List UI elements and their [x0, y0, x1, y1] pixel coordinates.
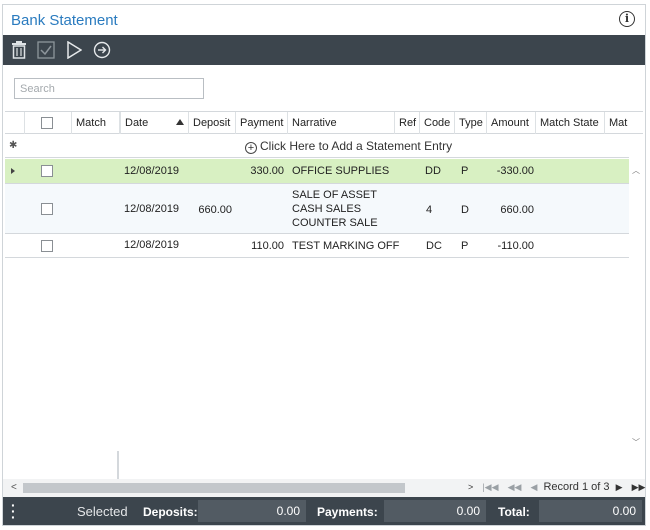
vertical-scrollbar[interactable]: ︿ ﹀	[629, 157, 643, 453]
row-checkbox[interactable]	[41, 203, 53, 215]
horizontal-scroll-thumb[interactable]	[23, 483, 405, 493]
cell-amount: -330.00	[496, 165, 534, 177]
narrative-line: COUNTER SALE	[292, 217, 378, 229]
cell-date: 12/08/2019	[124, 165, 180, 177]
table-row[interactable]: 12/08/2019 660.00 SALE OF ASSET CASH SAL…	[5, 184, 629, 234]
prev-record-icon[interactable]: ◀	[530, 482, 537, 493]
column-header-amount[interactable]: Amount	[487, 112, 536, 134]
first-record-icon[interactable]: |◀◀	[482, 482, 498, 493]
check-icon[interactable]	[35, 39, 57, 61]
row-checkbox[interactable]	[41, 165, 53, 177]
total-label: Total:	[498, 505, 530, 519]
cell-type: P	[461, 165, 469, 177]
current-row-indicator-icon	[11, 168, 15, 174]
record-position: Record 1 of 3	[543, 481, 610, 493]
more-options-icon[interactable]: · · ·	[11, 498, 16, 524]
column-header-date[interactable]: Date	[120, 112, 189, 134]
plus-circle-icon: +	[245, 142, 257, 154]
column-divider	[117, 451, 119, 479]
select-all-checkbox[interactable]	[41, 117, 53, 129]
scroll-down-icon[interactable]: ﹀	[632, 437, 640, 448]
grand-total: 0.00	[539, 500, 642, 522]
column-header-match-state[interactable]: Match State	[536, 112, 605, 134]
payments-label: Payments:	[317, 505, 378, 519]
cell-narrative: SALE OF ASSET CASH SALES COUNTER SALE	[292, 188, 378, 230]
title-bar: Bank Statement i	[3, 5, 645, 35]
cell-date: 12/08/2019	[124, 203, 180, 215]
column-header-match[interactable]: Match	[72, 112, 120, 134]
cell-amount: -110.00	[497, 240, 535, 252]
totals-footer: · · · Selected Deposits: 0.00 Payments: 0.…	[3, 497, 645, 525]
column-header-deposit[interactable]: Deposit	[189, 112, 236, 134]
column-header-payment[interactable]: Payment	[236, 112, 288, 134]
cell-date: 12/08/2019	[124, 239, 180, 251]
payments-total: 0.00	[384, 500, 486, 522]
new-row-indicator: ✱	[9, 140, 18, 151]
narrative-line: CASH SALES	[292, 203, 362, 215]
trash-icon[interactable]	[8, 39, 30, 61]
play-icon[interactable]	[63, 39, 85, 61]
scroll-up-icon[interactable]: ︿	[632, 165, 640, 176]
column-header-date-label: Date	[125, 117, 149, 129]
toolbar	[3, 35, 645, 65]
statement-grid: Match Date Deposit Payment Narrative Ref…	[5, 111, 643, 451]
add-entry-label: Click Here to Add a Statement Entry	[260, 139, 453, 153]
narrative-line: SALE OF ASSET	[292, 189, 377, 201]
cell-payment: 110.00	[251, 240, 284, 252]
column-header-code[interactable]: Code	[420, 112, 455, 134]
row-checkbox[interactable]	[41, 240, 53, 252]
add-entry-link[interactable]: + Click Here to Add a Statement Entry	[245, 139, 452, 154]
selected-label: Selected	[77, 504, 128, 519]
deposits-total: 0.00	[198, 500, 306, 522]
cell-deposit: 660.00	[198, 204, 232, 216]
next-record-icon[interactable]: ▶	[616, 482, 623, 493]
next-page-icon[interactable]: ▶▶	[632, 482, 646, 493]
scroll-left-icon[interactable]: <	[11, 482, 17, 493]
cell-narrative: TEST MARKING OFF	[292, 240, 400, 252]
column-header-narrative[interactable]: Narrative	[288, 112, 395, 134]
cell-code: DC	[426, 240, 442, 252]
cell-type: D	[461, 204, 469, 216]
row-indicator-header	[5, 112, 25, 134]
sort-ascending-icon	[176, 119, 185, 125]
record-pager: > |◀◀ ◀◀ ◀ Record 1 of 3 ▶ ▶▶ ▶▶|	[465, 481, 650, 493]
search-input[interactable]	[14, 78, 204, 99]
arrow-circle-right-icon[interactable]	[91, 39, 113, 61]
column-header-type[interactable]: Type	[455, 112, 487, 134]
cell-code: DD	[425, 165, 441, 177]
bank-statement-panel: Bank Statement i Match Date Deposit Paym…	[2, 4, 646, 526]
cell-payment: 330.00	[250, 165, 284, 177]
cell-narrative: OFFICE SUPPLIES	[292, 165, 390, 177]
add-entry-row[interactable]: ✱ + Click Here to Add a Statement Entry	[5, 135, 643, 158]
panel-title: Bank Statement	[11, 12, 118, 29]
cell-code: 4	[426, 204, 433, 216]
column-header-ref[interactable]: Ref	[395, 112, 420, 134]
cell-type: P	[461, 240, 469, 252]
cell-amount: 660.00	[500, 204, 534, 216]
horizontal-scrollbar-row: < > |◀◀ ◀◀ ◀ Record 1 of 3 ▶ ▶▶ ▶▶|	[3, 479, 645, 497]
select-all-header	[25, 112, 72, 134]
column-header-mat[interactable]: Mat	[605, 112, 643, 134]
prev-page-icon[interactable]: ◀◀	[508, 482, 522, 493]
table-row[interactable]: 12/08/2019 330.00 OFFICE SUPPLIES DD P -…	[5, 159, 629, 184]
info-icon[interactable]: i	[619, 11, 635, 27]
table-row[interactable]: 12/08/2019 110.00 TEST MARKING OFF DC P …	[5, 234, 629, 258]
deposits-label: Deposits:	[143, 505, 198, 519]
grid-header: Match Date Deposit Payment Narrative Ref…	[5, 112, 643, 134]
scroll-right-icon[interactable]: >	[468, 482, 473, 492]
